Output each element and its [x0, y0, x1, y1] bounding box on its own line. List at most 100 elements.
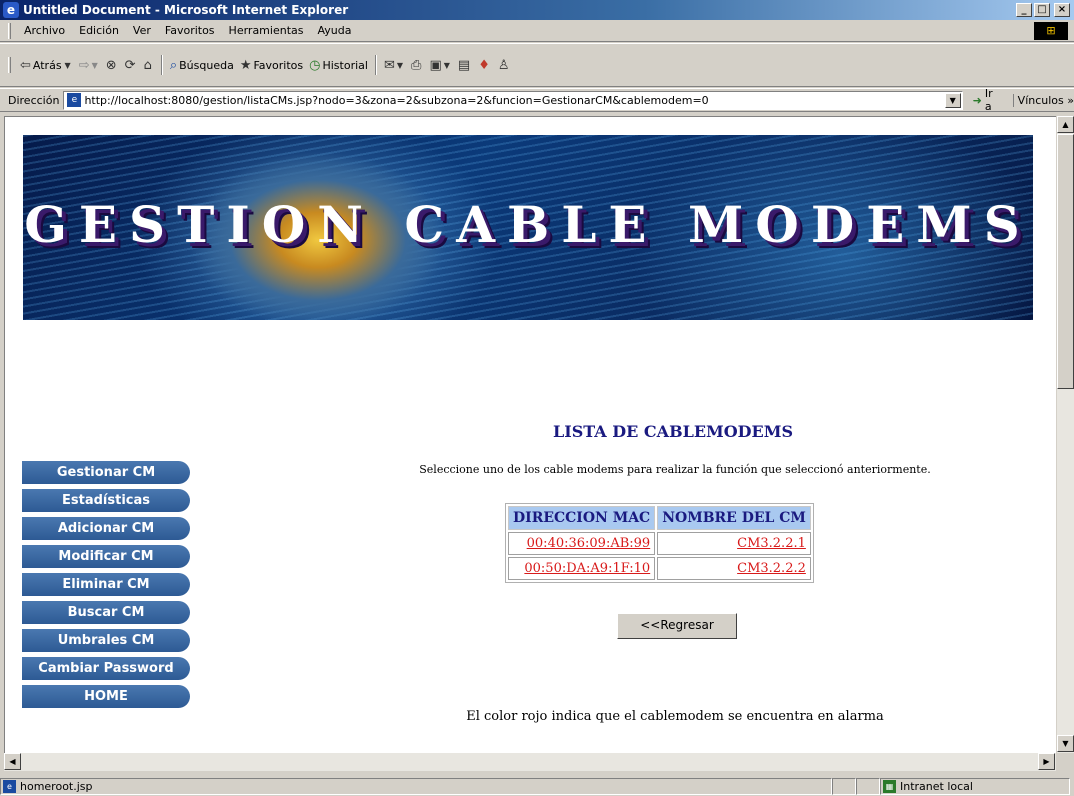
sidebar-item-home[interactable]: HOME — [22, 685, 190, 708]
messenger-button[interactable]: ♙ — [495, 58, 515, 73]
horizontal-scrollbar[interactable]: ◀ ▶ — [4, 753, 1056, 771]
menu-edicion[interactable]: Edición — [72, 24, 126, 37]
menu-archivo[interactable]: Archivo — [17, 24, 72, 37]
menu-ver[interactable]: Ver — [126, 24, 158, 37]
banner-title: GESTION CABLE MODEMS — [24, 195, 1032, 254]
table-row: 00:40:36:09:AB:99 CM3.2.2.1 — [508, 532, 811, 555]
scrollbar-corner — [1056, 753, 1074, 771]
zone-text: Intranet local — [900, 779, 973, 793]
address-bar: Dirección e http://localhost:8080/gestio… — [0, 87, 1074, 113]
close-button[interactable]: × — [1054, 3, 1070, 17]
chevron-down-icon: ▼ — [396, 60, 404, 70]
sidebar-item-estadisticas[interactable]: Estadísticas — [22, 489, 190, 512]
vertical-scroll-thumb[interactable] — [1057, 134, 1074, 389]
menu-bar: Archivo Edición Ver Favoritos Herramient… — [0, 20, 1074, 42]
instruction-text: Seleccione uno de los cable modems para … — [419, 463, 931, 476]
stop-icon: ⊗ — [105, 57, 117, 73]
scroll-down-button[interactable]: ▼ — [1057, 735, 1074, 752]
cm-name-link[interactable]: CM3.2.2.1 — [737, 536, 806, 551]
regresar-button[interactable]: <<Regresar — [617, 613, 737, 639]
column-header-mac: DIRECCION MAC — [508, 506, 656, 530]
menu-favoritos[interactable]: Favoritos — [158, 24, 222, 37]
favorites-icon: ★ — [239, 57, 252, 73]
home-icon: ⌂ — [143, 57, 152, 73]
refresh-button[interactable]: ⟳ — [122, 58, 141, 73]
chevron-down-icon: ▼ — [91, 60, 98, 70]
toolbar-separator — [374, 55, 377, 75]
history-label: Historial — [322, 58, 368, 72]
stop-button[interactable]: ⊗ — [103, 58, 122, 73]
chevron-down-icon: ▼ — [64, 60, 71, 70]
back-arrow-icon: ⇦ — [20, 57, 31, 73]
page-icon: e — [67, 93, 82, 107]
back-button[interactable]: ⇦ Atrás ▼ — [17, 58, 76, 73]
page-viewport: GESTION CABLE MODEMS Gestionar CM Estadí… — [4, 116, 1056, 753]
header-banner: GESTION CABLE MODEMS — [23, 135, 1033, 320]
table-row: 00:50:DA:A9:1F:10 CM3.2.2.2 — [508, 557, 811, 580]
page-title: LISTA DE CABLEMODEMS — [552, 422, 794, 441]
mac-link[interactable]: 00:40:36:09:AB:99 — [527, 536, 651, 551]
address-dropdown-button[interactable]: ▼ — [944, 92, 961, 108]
status-pane — [832, 777, 856, 795]
research-button[interactable]: ♦ — [475, 58, 495, 73]
toolbar-grip[interactable] — [8, 22, 11, 39]
favorites-label: Favoritos — [253, 58, 304, 72]
column-header-name: NOMBRE DEL CM — [657, 506, 811, 530]
history-button[interactable]: ◷ Historial — [306, 58, 371, 73]
discuss-button[interactable]: ▤ — [455, 58, 475, 73]
sidebar-item-umbrales-cm[interactable]: Umbrales CM — [22, 629, 190, 652]
sidebar-item-gestionar-cm[interactable]: Gestionar CM — [22, 461, 190, 484]
intranet-icon: ▦ — [883, 779, 896, 793]
chevron-down-icon: ▼ — [443, 60, 450, 70]
address-url: http://localhost:8080/gestion/listaCMs.j… — [84, 93, 709, 107]
messenger-icon: ♙ — [497, 57, 510, 73]
sidebar-item-adicionar-cm[interactable]: Adicionar CM — [22, 517, 190, 540]
favorites-button[interactable]: ★ Favoritos — [237, 58, 306, 73]
mac-cell: 00:40:36:09:AB:99 — [508, 532, 656, 555]
mac-cell: 00:50:DA:A9:1F:10 — [508, 557, 656, 580]
search-icon: ⌕ — [169, 57, 178, 73]
title-bar: e Untitled Document - Microsoft Internet… — [0, 0, 1074, 20]
scroll-right-button[interactable]: ▶ — [1038, 753, 1055, 770]
mail-button[interactable]: ✉ ▼ — [381, 58, 408, 73]
minimize-button[interactable]: _ — [1016, 3, 1032, 17]
history-icon: ◷ — [309, 57, 321, 73]
print-button[interactable]: ⎙ — [408, 58, 426, 73]
address-input[interactable]: e http://localhost:8080/gestion/listaCMs… — [63, 90, 963, 110]
links-button[interactable]: Vínculos » — [1012, 93, 1074, 107]
home-button[interactable]: ⌂ — [141, 58, 157, 73]
refresh-icon: ⟳ — [124, 57, 136, 73]
menu-herramientas[interactable]: Herramientas — [222, 24, 311, 37]
sidebar-item-cambiar-password[interactable]: Cambiar Password — [22, 657, 190, 680]
toolbar-grip[interactable] — [8, 57, 11, 73]
scroll-left-button[interactable]: ◀ — [4, 753, 21, 770]
mac-link[interactable]: 00:50:DA:A9:1F:10 — [524, 561, 650, 576]
back-label: Atrás — [32, 58, 62, 72]
print-icon: ⎙ — [411, 57, 422, 73]
forward-arrow-icon: ⇨ — [78, 57, 90, 73]
search-label: Búsqueda — [179, 58, 234, 72]
sidebar-item-eliminar-cm[interactable]: Eliminar CM — [22, 573, 190, 596]
vertical-scrollbar[interactable]: ▲ ▼ — [1056, 116, 1074, 753]
mail-icon: ✉ — [383, 57, 395, 73]
status-text: homeroot.jsp — [20, 779, 93, 793]
search-button[interactable]: ⌕ Búsqueda — [167, 58, 237, 73]
edit-button[interactable]: ▣ ▼ — [426, 58, 454, 73]
go-arrow-icon: ➜ — [972, 93, 982, 107]
page-icon: e — [3, 779, 16, 793]
status-pane — [856, 777, 880, 795]
sidebar-item-buscar-cm[interactable]: Buscar CM — [22, 601, 190, 624]
menu-ayuda[interactable]: Ayuda — [310, 24, 358, 37]
cm-name-link[interactable]: CM3.2.2.2 — [737, 561, 806, 576]
status-bar: e homeroot.jsp ▦ Intranet local — [0, 776, 1074, 796]
go-button[interactable]: ➜ Ir a — [973, 87, 1003, 113]
standard-toolbar: ⇦ Atrás ▼ ⇨ ▼ ⊗ ⟳ ⌂ ⌕ Búsqueda ★ Favorit… — [0, 43, 1074, 87]
scroll-up-button[interactable]: ▲ — [1057, 116, 1074, 133]
sidebar-item-modificar-cm[interactable]: Modificar CM — [22, 545, 190, 568]
ie-icon: e — [3, 2, 19, 18]
links-label: Vínculos — [1017, 93, 1064, 107]
zone-pane: ▦ Intranet local — [880, 777, 1070, 795]
forward-button[interactable]: ⇨ ▼ — [76, 58, 103, 73]
name-cell: CM3.2.2.1 — [657, 532, 811, 555]
maximize-button[interactable]: □ — [1034, 3, 1050, 17]
